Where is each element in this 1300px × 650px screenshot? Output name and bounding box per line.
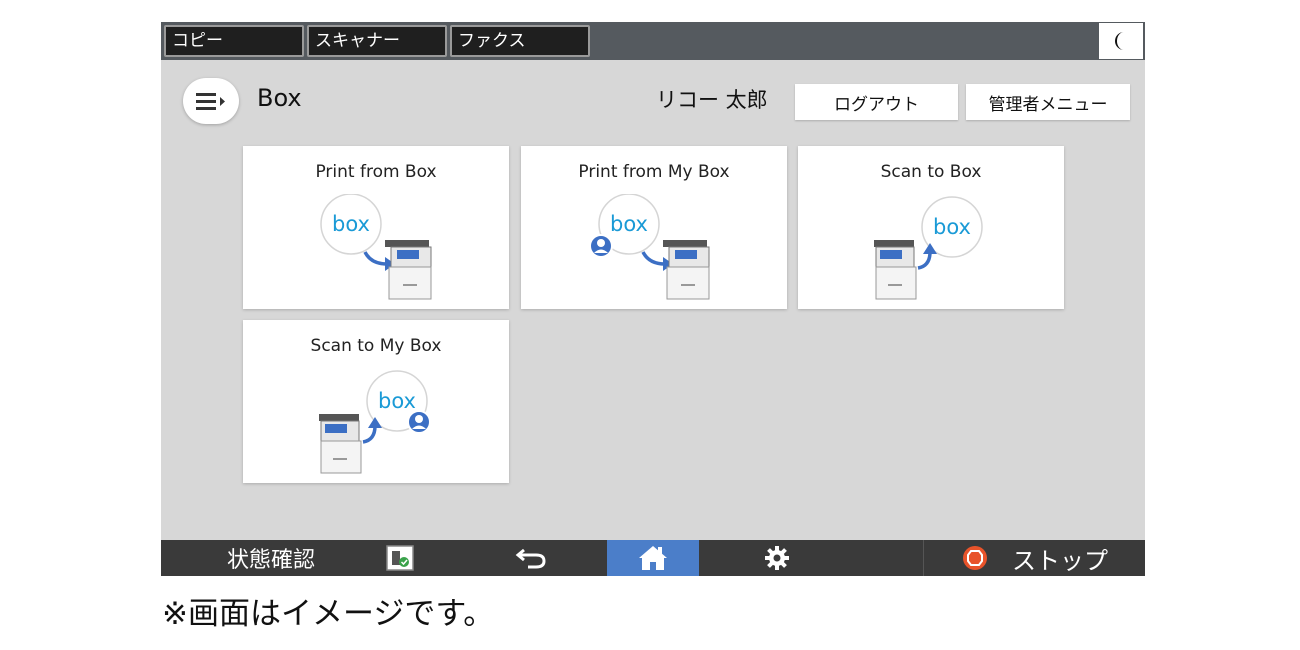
printer-to-my-box-icon: box: [319, 370, 431, 474]
tab-scanner[interactable]: スキャナー: [307, 25, 447, 57]
tile-label: Scan to My Box: [310, 336, 442, 356]
stop-label: ストップ: [1012, 546, 1108, 575]
home-icon: [639, 546, 667, 570]
box-logo-text: box: [610, 212, 648, 236]
box-logo-text: box: [332, 212, 370, 236]
back-arrow-icon: [515, 548, 546, 569]
stop-button[interactable]: ストップ: [923, 540, 1145, 576]
night-mode-button[interactable]: [1099, 23, 1143, 59]
tile-print-from-box[interactable]: Print from Box box: [243, 146, 509, 309]
stop-icon: [963, 546, 987, 570]
tab-copy[interactable]: コピー: [164, 25, 304, 57]
settings-button[interactable]: [731, 540, 823, 576]
hamburger-menu-icon: [196, 93, 225, 110]
tile-scan-to-box[interactable]: Scan to Box box: [798, 146, 1064, 309]
status-check-button[interactable]: 状態確認: [161, 540, 381, 576]
top-tab-bar: コピー スキャナー ファクス: [161, 22, 1145, 60]
tile-label: Print from My Box: [578, 162, 730, 182]
user-name: リコー 太郎: [656, 88, 768, 112]
bottom-bar: 状態確認 ストップ: [161, 540, 1145, 576]
tile-label: Print from Box: [315, 162, 437, 182]
box-logo-text: box: [933, 215, 971, 239]
tile-print-from-my-box[interactable]: Print from My Box box: [521, 146, 787, 309]
page-title: Box: [257, 84, 302, 112]
tile-scan-to-my-box[interactable]: Scan to My Box box: [243, 320, 509, 483]
image-caption: ※画面はイメージです。: [162, 596, 495, 632]
status-check-label: 状態確認: [226, 548, 315, 573]
printer-to-box-icon: box: [874, 196, 983, 300]
tab-fax[interactable]: ファクス: [450, 25, 590, 57]
logout-button[interactable]: ログアウト: [795, 84, 958, 120]
device-screen: コピー スキャナー ファクス Box リコー 太郎 ログアウト 管理者メニュー …: [161, 22, 1145, 576]
box-to-printer-icon: box: [320, 194, 432, 300]
admin-menu-button[interactable]: 管理者メニュー: [966, 84, 1130, 120]
box-logo-text: box: [378, 389, 416, 413]
my-box-to-printer-icon: box: [591, 194, 710, 300]
home-button[interactable]: [607, 540, 699, 576]
menu-button[interactable]: [183, 78, 239, 124]
crescent-moon-icon: [1114, 31, 1124, 50]
tile-label: Scan to Box: [880, 162, 982, 182]
gear-icon: [765, 546, 789, 570]
status-message-icon: [386, 545, 414, 571]
status-message-button[interactable]: [383, 540, 417, 576]
back-button[interactable]: [491, 540, 571, 576]
